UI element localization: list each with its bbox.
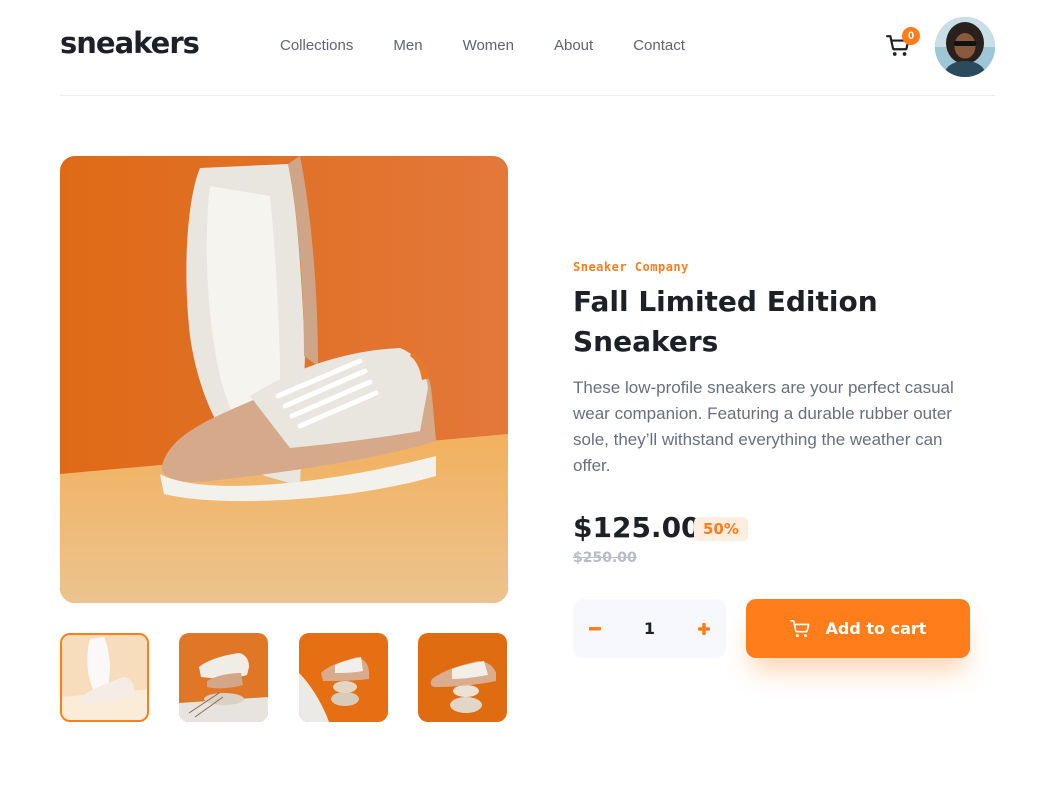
thumbnail-image-1 — [62, 635, 147, 720]
thumbnail-2[interactable] — [179, 633, 268, 722]
increase-quantity-button[interactable] — [682, 599, 726, 658]
nav-link-women[interactable]: Women — [463, 37, 514, 54]
thumbnail-1[interactable] — [60, 633, 149, 722]
quantity-stepper: 1 — [573, 599, 726, 658]
minus-icon — [589, 626, 601, 630]
nav-link-men[interactable]: Men — [393, 37, 422, 54]
thumbnail-strip — [60, 633, 508, 722]
discount-badge: 50% — [694, 517, 748, 541]
add-to-cart-button[interactable]: Add to cart — [746, 599, 970, 658]
nav-link-collections[interactable]: Collections — [280, 37, 353, 54]
nav-link-about[interactable]: About — [554, 37, 593, 54]
cart-count-badge: 0 — [902, 27, 920, 45]
brand-logo[interactable]: sneakers — [60, 26, 200, 60]
decrease-quantity-button[interactable] — [573, 599, 617, 658]
current-price: $125.00 — [573, 511, 701, 544]
site-header: sneakers Collections Men Women About Con… — [60, 0, 995, 96]
add-to-cart-label: Add to cart — [825, 619, 927, 638]
user-avatar[interactable] — [935, 17, 995, 77]
product-description: These low-profile sneakers are your perf… — [573, 378, 954, 475]
company-name: Sneaker Company — [573, 260, 689, 274]
quantity-value[interactable]: 1 — [617, 599, 682, 658]
thumbnail-image-4 — [418, 633, 507, 722]
thumbnail-3[interactable] — [299, 633, 388, 722]
main-product-image[interactable] — [60, 156, 508, 603]
avatar-image — [935, 17, 995, 77]
cart-icon — [789, 619, 810, 637]
thumbnail-image-2 — [179, 633, 268, 722]
main-nav: Collections Men Women About Contact — [280, 37, 725, 54]
thumbnail-4[interactable] — [418, 633, 507, 722]
original-price: $250.00 — [573, 550, 637, 566]
sneaker-photo — [60, 156, 508, 603]
plus-icon — [698, 622, 710, 635]
thumbnail-image-3 — [299, 633, 388, 722]
product-title: Fall Limited Edition Sneakers — [573, 285, 878, 358]
nav-link-contact[interactable]: Contact — [633, 37, 685, 54]
